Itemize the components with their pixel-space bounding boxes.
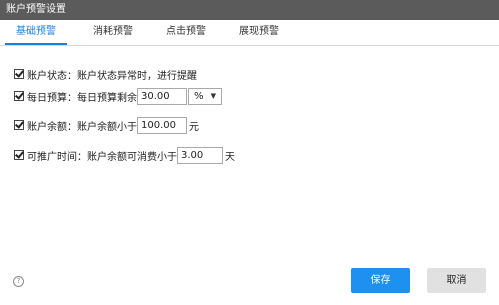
tab-bar: 基础预警 消耗预警 点击预警 展现预警 [0, 21, 499, 46]
dropdown-arrow-icon: ▼ [210, 91, 216, 100]
promo-time-unit: 天 [225, 151, 235, 163]
account-balance-unit: 元 [189, 121, 199, 133]
save-button[interactable]: 保存 [351, 268, 410, 293]
account-balance-label: 账户余额：账户余额小于 [27, 121, 137, 133]
account-balance-checkbox[interactable] [14, 120, 24, 130]
promo-time-input[interactable]: 3.00 [177, 146, 223, 164]
budget-unit-select[interactable]: % ▼ [188, 87, 222, 105]
tab-impression-alert[interactable]: 展现预警 [228, 21, 290, 45]
daily-budget-checkbox[interactable] [14, 91, 24, 101]
promo-time-checkbox[interactable] [14, 150, 24, 160]
account-balance-input[interactable]: 100.00 [137, 116, 187, 134]
promo-time-row: 可推广时间：账户余额可消费小于 3.00 天 [14, 146, 235, 164]
tab-basic-alert[interactable]: 基础预警 [5, 21, 67, 45]
help-icon[interactable]: ? [13, 276, 24, 287]
promo-time-label: 可推广时间：账户余额可消费小于 [27, 151, 177, 163]
daily-budget-row: 每日预算：每日预算剩余 30.00 % ▼ [14, 87, 222, 105]
window-title: 账户预警设置 [0, 0, 499, 20]
cancel-button[interactable]: 取消 [427, 268, 486, 293]
daily-budget-input[interactable]: 30.00 [137, 87, 187, 105]
budget-unit-value: % [194, 90, 204, 102]
account-status-label: 账户状态：账户状态异常时，进行提醒 [27, 70, 197, 82]
tab-spend-alert[interactable]: 消耗预警 [82, 21, 144, 45]
account-status-checkbox[interactable] [14, 69, 24, 79]
account-status-row: 账户状态：账户状态异常时，进行提醒 [14, 65, 197, 83]
daily-budget-label: 每日预算：每日预算剩余 [27, 92, 137, 104]
account-balance-row: 账户余额：账户余额小于 100.00 元 [14, 116, 199, 134]
tab-click-alert[interactable]: 点击预警 [155, 21, 217, 45]
